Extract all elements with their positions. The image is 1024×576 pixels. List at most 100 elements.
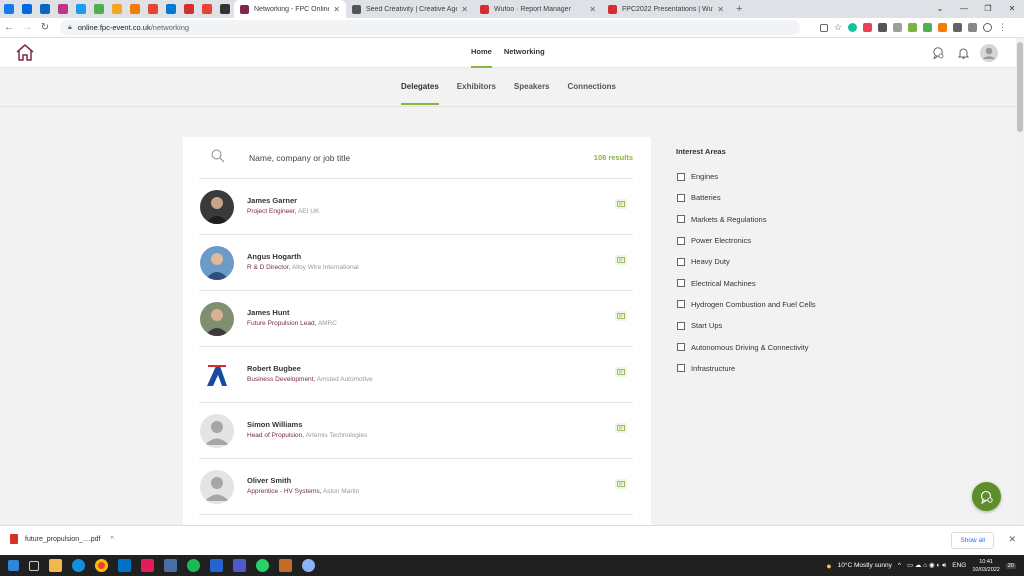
business-card-icon[interactable] [615, 423, 627, 433]
new-tab-button[interactable]: + [736, 3, 742, 15]
chat-settings-icon[interactable] [932, 47, 944, 59]
delegate-row[interactable]: James Garner Project Engineer, AEI UK [199, 179, 633, 235]
chrome-profile-icon[interactable] [302, 559, 315, 572]
close-tab-icon[interactable]: ✕ [333, 5, 340, 14]
filter-checkbox[interactable] [677, 300, 685, 309]
home-logo-icon[interactable] [16, 44, 34, 61]
forward-arrow-icon[interactable]: → [18, 22, 36, 33]
delegate-avatar[interactable] [200, 190, 234, 224]
pinned-tab[interactable] [18, 0, 36, 18]
nav-home[interactable]: Home [471, 38, 492, 68]
filter-option[interactable]: Power Electronics [676, 230, 926, 251]
pinned-tab[interactable] [54, 0, 72, 18]
filter-checkbox[interactable] [677, 236, 685, 245]
delegate-avatar[interactable] [200, 470, 234, 504]
business-card-icon[interactable] [615, 479, 627, 489]
pinned-tab[interactable] [180, 0, 198, 18]
menu-kebab-icon[interactable]: ⋮ [998, 23, 1007, 32]
start-windows-icon[interactable] [8, 560, 19, 571]
search-input[interactable] [249, 149, 529, 167]
outlook-icon[interactable] [118, 559, 131, 572]
filter-option[interactable]: Engines [676, 166, 926, 187]
page-scrollbar[interactable] [1016, 38, 1024, 525]
filter-option[interactable]: Markets & Regulations [676, 209, 926, 230]
extensions-puzzle-icon[interactable] [953, 23, 963, 32]
edge-icon[interactable] [72, 559, 85, 572]
browser-tab[interactable]: Wufoo · Report Manager ✕ [474, 0, 602, 18]
chat-button[interactable] [972, 482, 1001, 511]
todo-icon[interactable] [210, 559, 223, 572]
filter-checkbox[interactable] [677, 321, 685, 330]
close-tab-icon[interactable]: ✕ [461, 5, 468, 14]
share-icon[interactable] [820, 23, 828, 32]
teams-icon[interactable] [233, 559, 246, 572]
clock[interactable]: 10:41 10/03/2022 [972, 558, 1000, 574]
pinned-tab[interactable] [108, 0, 126, 18]
filter-checkbox[interactable] [677, 193, 685, 202]
show-all-button[interactable]: Show all [951, 532, 994, 549]
extension-g-icon[interactable] [893, 23, 903, 32]
s-app-icon[interactable] [279, 559, 292, 572]
filter-checkbox[interactable] [677, 257, 685, 266]
task-view-icon[interactable] [29, 560, 39, 571]
language-indicator[interactable]: ENG [952, 562, 966, 569]
address-bar[interactable]: 🔒︎ online.fpc-event.co.uk/networking [60, 20, 800, 35]
delegate-name[interactable]: James Garner [247, 196, 297, 205]
restore-button[interactable]: ❐ [976, 0, 1000, 18]
pinned-tab[interactable] [144, 0, 162, 18]
filter-option[interactable]: Autonomous Driving & Connectivity [676, 336, 926, 357]
tray-chevron-icon[interactable]: ^ [898, 562, 901, 569]
extension-eyedropper-icon[interactable] [908, 23, 918, 32]
filter-option[interactable]: Hydrogen Combustion and Fuel Cells [676, 294, 926, 315]
delegate-row[interactable]: Simon Williams Head of Propulsion, Artemi… [199, 403, 633, 459]
close-window-button[interactable]: ✕ [1000, 0, 1024, 18]
extension-pocket-icon[interactable] [863, 23, 873, 32]
download-item[interactable]: future_propulsion_....pdf ^ [10, 534, 114, 544]
delegate-name[interactable]: Simon Williams [247, 420, 302, 429]
extension-grammarly-icon[interactable] [848, 23, 858, 32]
notification-badge[interactable]: 20 [1005, 562, 1016, 569]
calculator-icon[interactable] [164, 559, 177, 572]
filter-checkbox[interactable] [677, 364, 685, 373]
filter-option[interactable]: Infrastructure [676, 358, 926, 379]
weather-text[interactable]: 10°C Mostly sunny [838, 562, 892, 569]
delegate-avatar[interactable] [200, 414, 234, 448]
filter-checkbox[interactable] [677, 172, 685, 181]
filter-checkbox[interactable] [677, 343, 685, 352]
delegate-avatar[interactable] [200, 246, 234, 280]
delegate-row[interactable]: James Hunt Future Propulsion Lead, AMRC [199, 291, 633, 347]
back-arrow-icon[interactable]: ← [0, 22, 18, 33]
tab-delegates[interactable]: Delegates [401, 69, 439, 105]
delegate-avatar[interactable] [200, 358, 234, 392]
pinned-tab[interactable] [216, 0, 234, 18]
nav-networking[interactable]: Networking [504, 38, 545, 68]
delegate-name[interactable]: James Hunt [247, 308, 290, 317]
pinned-tab[interactable] [0, 0, 18, 18]
pinned-tab[interactable] [36, 0, 54, 18]
browser-tab[interactable]: FPC2022 Presentations | Wufoo ✕ [602, 0, 730, 18]
filter-option[interactable]: Electrical Machines [676, 272, 926, 293]
business-card-icon[interactable] [615, 255, 627, 265]
chevron-up-icon[interactable]: ^ [111, 536, 114, 543]
filter-option[interactable]: Start Ups [676, 315, 926, 336]
delegate-name[interactable]: Oliver Smith [247, 476, 291, 485]
close-tab-icon[interactable]: ✕ [717, 5, 724, 14]
profile-icon[interactable] [983, 23, 993, 32]
close-tab-icon[interactable]: ✕ [589, 5, 596, 14]
pinned-tab[interactable] [72, 0, 90, 18]
tab-exhibitors[interactable]: Exhibitors [457, 69, 496, 105]
reading-list-icon[interactable] [968, 23, 978, 32]
bookmark-star-icon[interactable]: ☆ [834, 23, 842, 32]
spotify-icon[interactable] [187, 559, 200, 572]
browser-tab[interactable]: Seed Creativity | Creative Agency ✕ [346, 0, 474, 18]
filter-checkbox[interactable] [677, 279, 685, 288]
minimize-button[interactable]: — [952, 0, 976, 18]
pinned-tab[interactable] [126, 0, 144, 18]
business-card-icon[interactable] [615, 311, 627, 321]
reload-icon[interactable]: ↻ [36, 22, 54, 33]
tab-connections[interactable]: Connections [568, 69, 616, 105]
extension-orange-icon[interactable] [938, 23, 948, 32]
delegate-row[interactable]: Robert Bugbee Business Development, Amste… [199, 347, 633, 403]
filter-checkbox[interactable] [677, 215, 685, 224]
extension-box-icon[interactable] [878, 23, 888, 32]
